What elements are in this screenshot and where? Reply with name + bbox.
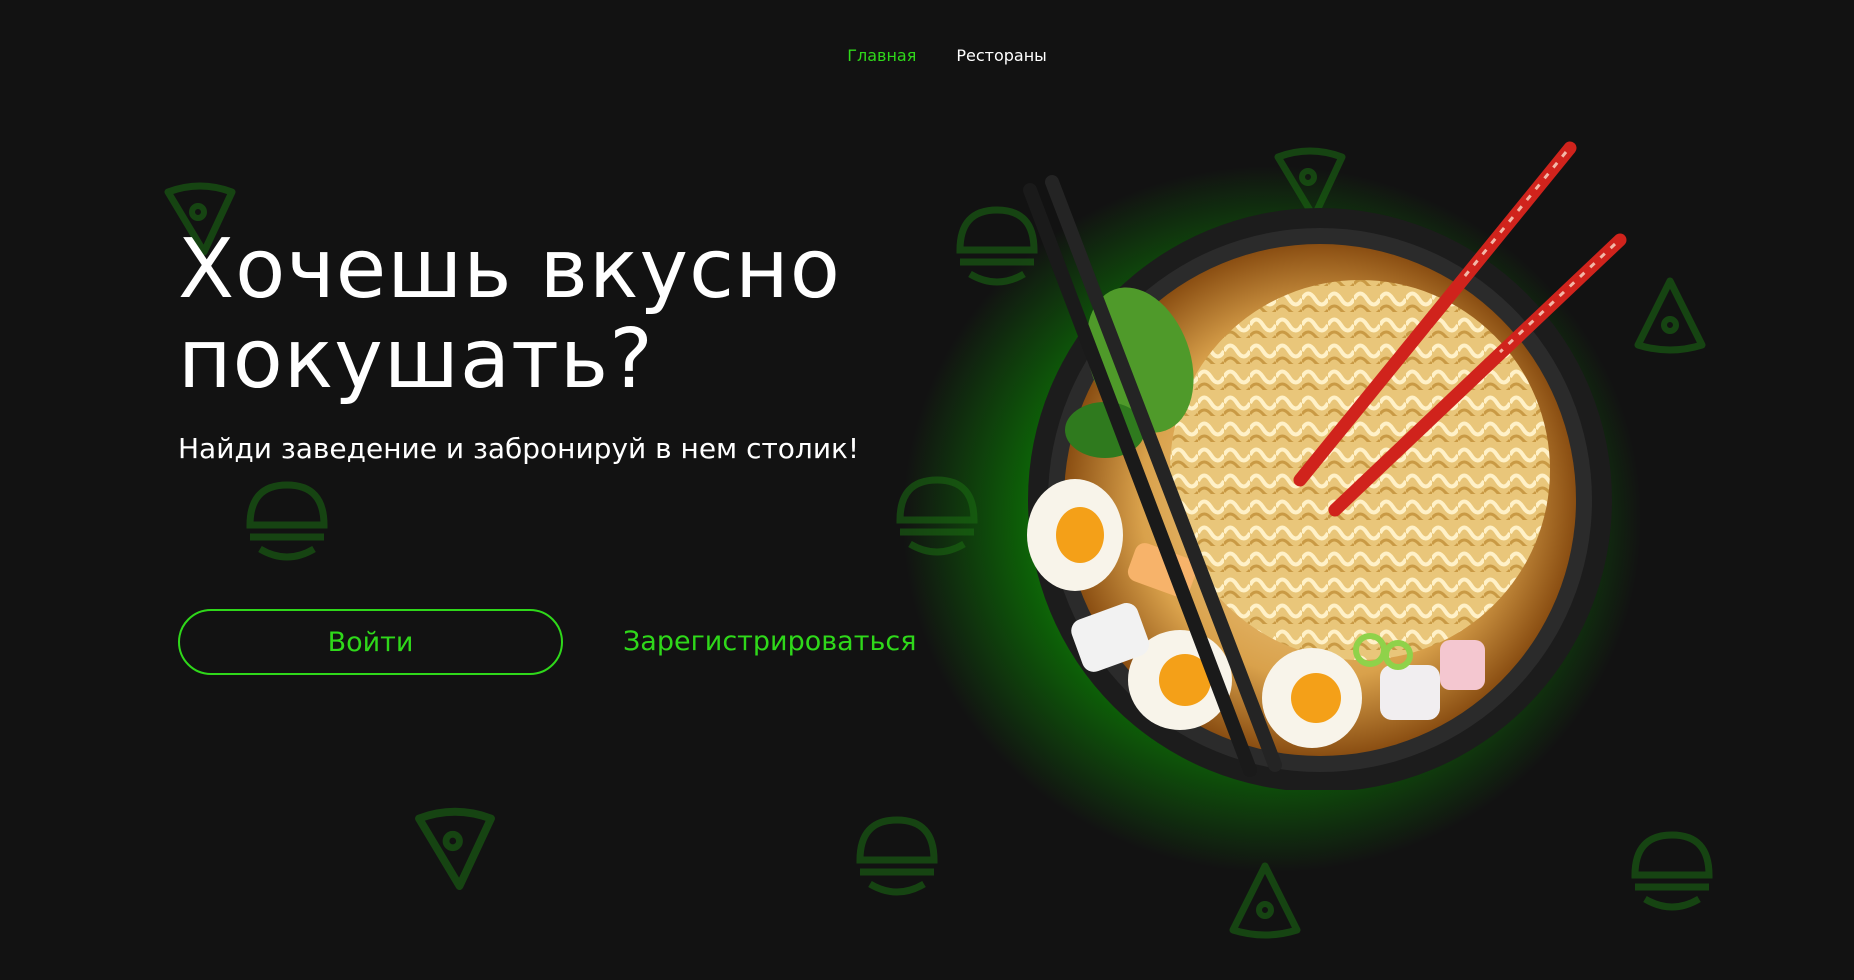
headline-line-1: Хочешь вкусно: [178, 222, 841, 317]
hero-subtitle: Найди заведение и забронируй в нем столи…: [178, 432, 860, 465]
pizza-slice-icon: [410, 805, 500, 895]
burger-icon: [240, 475, 335, 565]
nav-item-restaurants[interactable]: Рестораны: [956, 46, 1046, 65]
burger-icon: [850, 810, 945, 900]
headline-line-2: покушать?: [178, 312, 654, 407]
pizza-slice-icon: [1225, 860, 1305, 940]
burger-icon: [1625, 825, 1720, 915]
nav-item-home[interactable]: Главная: [847, 46, 916, 65]
hero-headline: Хочешь вкусно покушать?: [178, 225, 898, 405]
login-button[interactable]: Войти: [178, 609, 563, 675]
burger-icon: [890, 470, 985, 560]
register-link[interactable]: Зарегистрироваться: [623, 626, 916, 657]
ramen-bowl-image: [990, 130, 1650, 792]
top-nav: Главная Рестораны: [0, 46, 1854, 65]
